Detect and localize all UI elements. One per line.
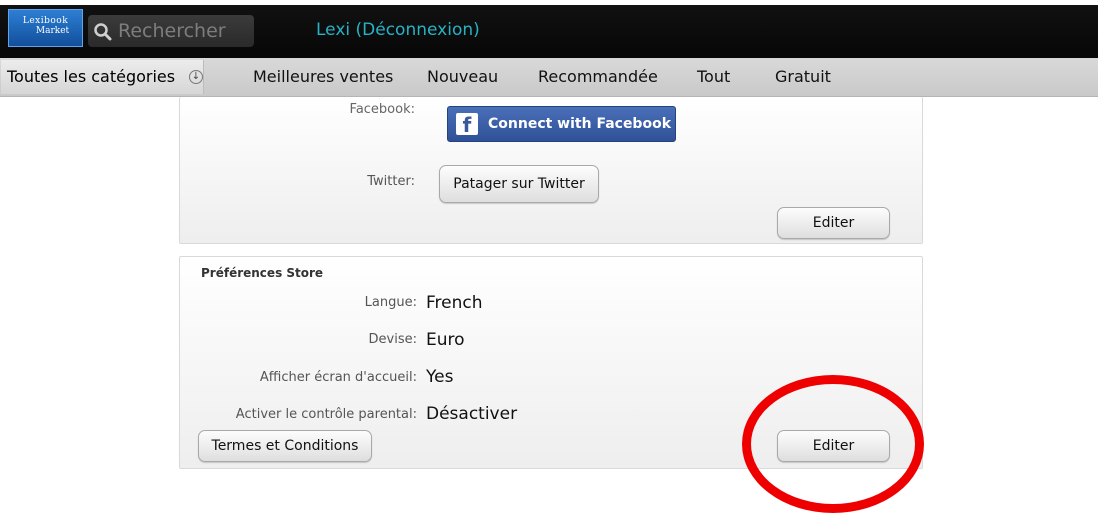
lexibook-market-logo[interactable]: Lexibook Market: [8, 9, 83, 47]
user-logout-link[interactable]: Lexi (Déconnexion): [316, 16, 480, 44]
nav-item-all[interactable]: Tout: [697, 58, 730, 96]
store-preferences-title: Préférences Store: [201, 266, 324, 280]
social-sharing-panel: Facebook: f Connect with Facebook Twitte…: [179, 97, 923, 244]
language-label: Langue:: [364, 295, 417, 310]
terms-conditions-button[interactable]: Termes et Conditions: [198, 430, 372, 462]
home-screen-label: Afficher écran d'accueil:: [259, 370, 417, 385]
category-nav-bar: Toutes les catégories ↓ Meilleures vente…: [0, 58, 1098, 97]
parental-control-label: Activer le contrôle parental:: [235, 407, 417, 422]
currency-label: Devise:: [368, 332, 417, 347]
connect-facebook-label: Connect with Facebook: [488, 116, 672, 132]
search-placeholder: Rechercher: [118, 20, 226, 42]
nav-item-best-sellers[interactable]: Meilleures ventes: [253, 58, 393, 96]
search-icon: [94, 23, 112, 41]
nav-item-recommended[interactable]: Recommandée: [538, 58, 658, 96]
facebook-icon: f: [456, 113, 478, 137]
currency-value: Euro: [426, 330, 465, 350]
category-dropdown-label: Toutes les catégories: [7, 67, 176, 86]
edit-store-preferences-button[interactable]: Editer: [777, 430, 890, 462]
language-value: French: [426, 293, 483, 313]
edit-social-button[interactable]: Editer: [777, 207, 890, 239]
top-strip: [0, 0, 1098, 5]
logo-line-1: Lexibook: [22, 16, 69, 26]
store-preferences-panel: Préférences Store Langue: French Devise:…: [179, 256, 923, 469]
search-box[interactable]: Rechercher: [88, 15, 254, 47]
nav-item-new[interactable]: Nouveau: [427, 58, 498, 96]
facebook-label: Facebook:: [349, 102, 415, 117]
chevron-down-icon: ↓: [189, 70, 203, 84]
top-bar: Lexibook Market Rechercher Lexi (Déconne…: [0, 0, 1098, 58]
logo-line-2: Market: [35, 26, 70, 36]
category-dropdown[interactable]: Toutes les catégories ↓: [1, 60, 204, 94]
parental-control-value: Désactiver: [426, 404, 518, 424]
share-twitter-button[interactable]: Patager sur Twitter: [439, 165, 599, 203]
twitter-label: Twitter:: [367, 174, 415, 189]
connect-facebook-button[interactable]: f Connect with Facebook: [447, 106, 676, 142]
nav-item-free[interactable]: Gratuit: [775, 58, 831, 96]
home-screen-value: Yes: [426, 367, 454, 387]
